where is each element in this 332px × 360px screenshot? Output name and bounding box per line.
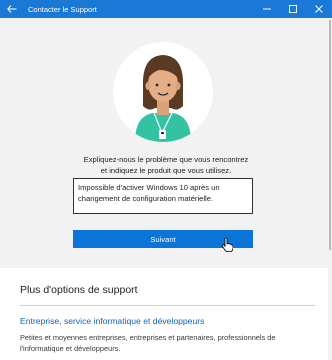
back-arrow-icon[interactable]: [0, 0, 24, 18]
contact-form-section: Expliquez-nous le problème que vous renc…: [0, 18, 332, 268]
prompt-line-1: Expliquez-nous le problème que vous renc…: [83, 155, 249, 164]
enterprise-description-line-2: l'informatique et développeurs.: [20, 344, 121, 353]
scrollbar-thumb[interactable]: [329, 20, 331, 250]
hand-cursor-icon: [221, 237, 234, 257]
more-options-section: Plus d'options de support Entreprise, se…: [0, 268, 332, 360]
problem-description-input[interactable]: Impossible d'activer Windows 10 après un…: [73, 178, 253, 214]
enterprise-link[interactable]: Entreprise, service informatique et déve…: [20, 316, 204, 326]
enterprise-description: Petites et moyennes entreprises, entrepr…: [20, 332, 320, 354]
maximize-icon[interactable]: [280, 0, 306, 18]
prompt-line-2: et indiquez le produit que vous utilisez…: [100, 166, 232, 175]
close-icon[interactable]: [306, 0, 332, 18]
input-text-line-1: Impossible d'activer Windows 10 après un: [78, 183, 220, 192]
more-options-title: Plus d'options de support: [20, 284, 138, 296]
input-text-line-2: changement de configuration matérielle.: [78, 194, 214, 203]
problem-prompt: Expliquez-nous le problème que vous renc…: [0, 154, 332, 176]
enterprise-description-line-1: Petites et moyennes entreprises, entrepr…: [20, 333, 276, 342]
section-divider: [20, 305, 315, 306]
support-agent-avatar: [113, 42, 213, 142]
title-bar: Contacter le Support: [0, 0, 332, 18]
window-title: Contacter le Support: [28, 4, 97, 14]
minimize-icon[interactable]: [254, 0, 280, 18]
